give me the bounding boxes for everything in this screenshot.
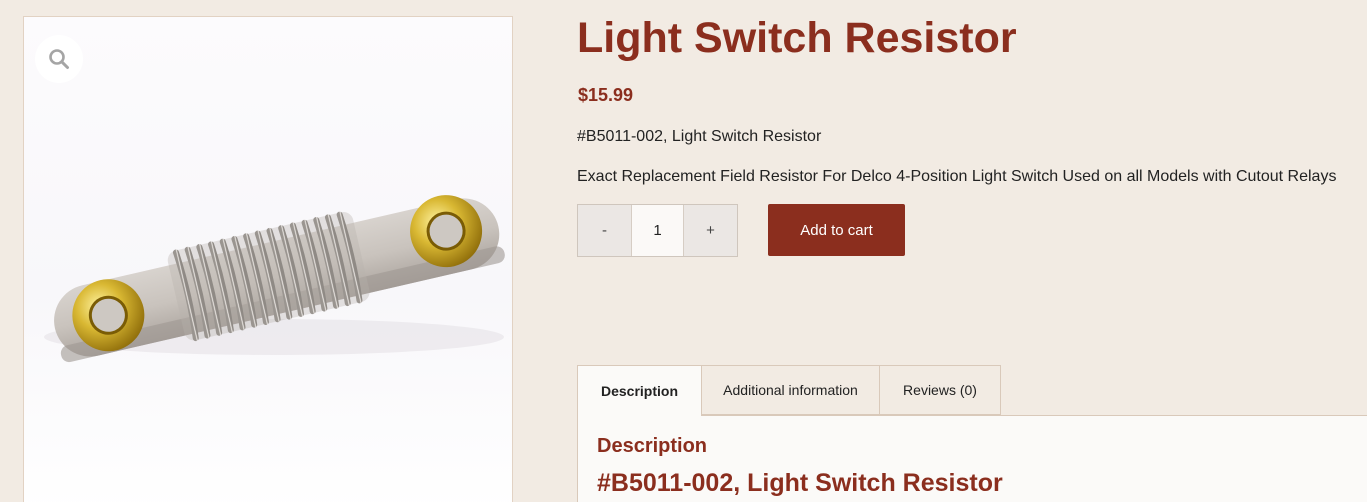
description-heading: Description <box>597 435 708 457</box>
tab-description[interactable]: Description <box>577 365 702 416</box>
magnifier-icon <box>49 49 69 69</box>
quantity-increase-button[interactable]: + <box>684 205 737 256</box>
quantity-stepper: - 1 + <box>577 204 738 257</box>
tab-reviews[interactable]: Reviews (0) <box>880 365 1001 415</box>
product-short-description: Exact Replacement Field Resistor For Del… <box>577 168 1337 185</box>
quantity-decrease-button[interactable]: - <box>578 205 631 256</box>
quantity-input[interactable]: 1 <box>631 205 684 256</box>
product-tabs: Description Additional information Revie… <box>577 365 1001 416</box>
description-subheading: #B5011-002, Light Switch Resistor <box>597 469 1003 497</box>
zoom-button[interactable] <box>35 35 83 83</box>
tab-additional-information[interactable]: Additional information <box>702 365 880 415</box>
add-to-cart-button[interactable]: Add to cart <box>768 204 905 256</box>
product-page: Light Switch Resistor $15.99 #B5011-002,… <box>0 0 1367 502</box>
product-image[interactable] <box>24 17 513 502</box>
product-short-description-sku: #B5011-002, Light Switch Resistor <box>577 128 822 145</box>
product-gallery <box>23 16 513 502</box>
product-title: Light Switch Resistor <box>577 14 1017 62</box>
product-price: $15.99 <box>578 85 634 105</box>
